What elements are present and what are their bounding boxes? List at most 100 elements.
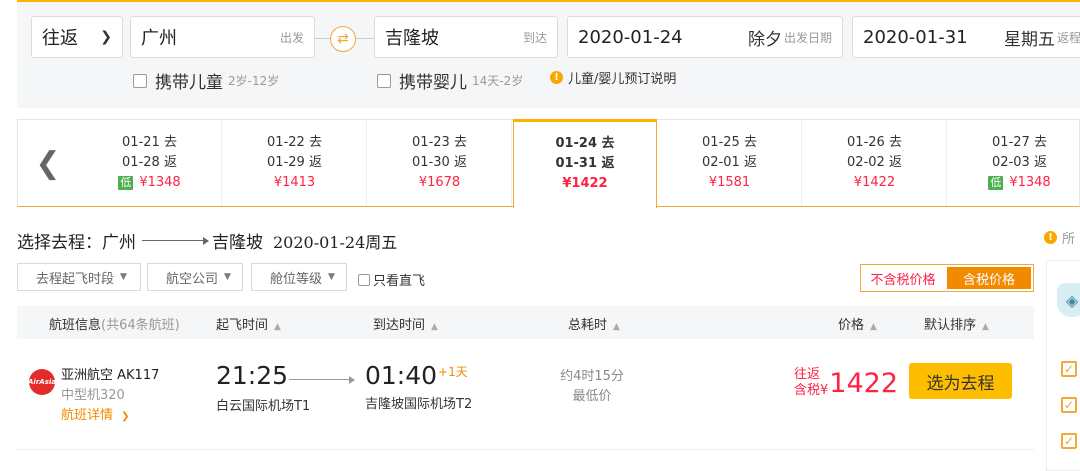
from-city-value: 广州 <box>141 28 177 49</box>
date-option-go: 01-24 去 <box>555 136 615 151</box>
infant-option[interactable]: 携带婴儿 14天-2岁 <box>377 68 523 93</box>
date-option[interactable]: 01-25 去 02-01 返 ¥1581 <box>658 120 802 206</box>
direct-only-option[interactable]: 只看直飞 <box>358 270 425 289</box>
sort-up-icon: ▲ <box>274 322 281 332</box>
airline-filter-label: 航空公司 <box>166 271 219 287</box>
low-price-badge: 低 <box>988 176 1004 190</box>
header-flight-info-label: 航班信息 <box>49 318 102 333</box>
depart-period-label: 去程起飞时段 <box>36 271 115 287</box>
arrow-icon <box>289 376 355 384</box>
header-depart-time[interactable]: 起飞时间 ▲ <box>216 314 281 333</box>
caret-down-icon: ▼ <box>224 272 231 282</box>
infant-age: 14天-2岁 <box>472 74 524 88</box>
from-hint: 出发 <box>279 30 304 45</box>
date-option[interactable]: 01-22 去 01-29 返 ¥1413 <box>223 120 367 206</box>
date-option-return: 02-03 返 <box>992 155 1047 170</box>
child-age: 2岁-12岁 <box>228 74 280 88</box>
cabin-filter[interactable]: 舱位等级 ▼ <box>251 263 347 291</box>
return-date-input[interactable]: 2020-01-31 星期五 返程 <box>852 16 1080 58</box>
airline-logo: AirAsia <box>28 369 56 395</box>
date-option-return: 01-29 返 <box>267 155 322 170</box>
divider <box>315 38 330 39</box>
date-option-return: 01-31 返 <box>555 156 615 171</box>
arrive-time: 01:40+1天 <box>365 361 468 390</box>
checkbox-checked-icon: ✓ <box>1061 397 1077 413</box>
date-option-go: 01-23 去 <box>412 135 467 150</box>
date-option-price: ¥1422 <box>853 175 896 190</box>
to-hint: 到达 <box>522 30 547 45</box>
direct-only-checkbox[interactable] <box>358 273 370 286</box>
to-city-value: 吉隆坡 <box>385 28 439 49</box>
child-checkbox[interactable] <box>133 73 147 88</box>
aircraft-type: 中型机320 <box>61 388 125 403</box>
header-price-label: 价格 <box>838 318 865 333</box>
caret-down-icon: ▼ <box>328 272 335 282</box>
price-label-tax: 含税¥ <box>794 383 828 399</box>
low-price-badge: 低 <box>118 176 134 190</box>
flight-price: 往返 含税¥ 1422 <box>794 367 898 399</box>
divider <box>356 38 374 39</box>
price-excl-tax-tab[interactable]: 不含税价格 <box>861 265 945 291</box>
outbound-title: 选择去程： 广州 吉隆坡 2020-01-24周五 <box>17 228 397 254</box>
return-day: 星期五 <box>1003 29 1055 50</box>
trip-type-value: 往返 <box>42 28 78 49</box>
infant-label: 携带婴儿 <box>399 73 467 93</box>
info-icon: ! <box>1044 231 1057 244</box>
date-option-price: ¥1422 <box>562 176 608 191</box>
checkbox-checked-icon: ✓ <box>1061 361 1077 377</box>
date-option-go: 01-21 去 <box>122 135 177 150</box>
direct-only-label: 只看直飞 <box>373 274 426 289</box>
price-incl-tax-tab[interactable]: 含税价格 <box>947 267 1031 289</box>
header-arrive-time-label: 到达时间 <box>373 318 426 333</box>
date-option-price-row: ¥1422 <box>803 173 946 193</box>
outbound-from: 广州 <box>102 233 136 253</box>
depart-period-filter[interactable]: 去程起飞时段 ▼ <box>17 263 141 291</box>
header-arrive-time[interactable]: 到达时间 ▲ <box>373 314 438 333</box>
arrive-airport: 吉隆坡国际机场T2 <box>365 397 473 412</box>
header-depart-time-label: 起飞时间 <box>216 318 269 333</box>
tax-price-toggle: 不含税价格 含税价格 <box>860 264 1034 292</box>
header-flight-count: (共64条航班) <box>101 318 180 333</box>
date-option[interactable]: 01-23 去 01-30 返 ¥1678 <box>368 120 512 206</box>
date-option-price-row: ¥1581 <box>658 173 801 193</box>
header-duration[interactable]: 总耗时 ▲ <box>568 314 620 333</box>
outbound-prefix: 选择去程： <box>17 233 102 253</box>
flight-detail-link[interactable]: 航班详情 ❯ <box>61 406 159 427</box>
price-label-roundtrip: 往返 <box>794 367 821 382</box>
trip-type-select[interactable]: 往返 ❯ <box>31 16 123 58</box>
sort-up-icon: ▲ <box>613 322 620 332</box>
booking-note-link[interactable]: ! 儿童/婴儿预订说明 <box>550 68 676 87</box>
date-option[interactable]: 01-26 去 02-02 返 ¥1422 <box>803 120 947 206</box>
date-option[interactable]: 01-21 去 01-28 返低 ¥1348 <box>78 120 222 206</box>
date-option[interactable]: 01-27 去 02-03 返低 ¥1348 <box>948 120 1080 206</box>
price-currency: ¥ <box>820 383 829 398</box>
header-duration-label: 总耗时 <box>568 318 608 333</box>
checkbox-checked-icon: ✓ <box>1061 433 1077 449</box>
date-option[interactable]: 01-24 去 01-31 返 ¥1422 <box>513 119 657 208</box>
table-header: 航班信息(共64条航班) 起飞时间 ▲ 到达时间 ▲ 总耗时 ▲ 价格 ▲ 默认排序 ▲ <box>17 306 1034 339</box>
price-labels: 往返 含税¥ <box>794 367 828 399</box>
infant-checkbox[interactable] <box>377 73 391 88</box>
date-option-price: ¥1413 <box>273 175 316 190</box>
header-price[interactable]: 价格 ▲ <box>838 314 877 333</box>
date-option-return: 01-30 返 <box>412 155 467 170</box>
next-day-badge: +1天 <box>438 365 468 379</box>
chevron-left-icon[interactable]: ❮ <box>18 120 78 206</box>
info-icon: ! <box>550 71 563 84</box>
to-city-input[interactable]: 吉隆坡 到达 <box>374 16 558 58</box>
depart-date-input[interactable]: 2020-01-24 除夕 出发日期 <box>567 16 843 58</box>
depart-date-value: 2020-01-24 <box>578 26 683 48</box>
child-option[interactable]: 携带儿童 2岁-12岁 <box>133 68 279 93</box>
date-option-return: 02-01 返 <box>702 155 757 170</box>
header-sort[interactable]: 默认排序 ▲ <box>924 314 989 333</box>
flight-duration: 约4时15分 最低价 <box>537 367 647 407</box>
swap-icon[interactable]: ⇄ <box>330 26 356 52</box>
outbound-to: 吉隆坡 <box>212 233 263 253</box>
from-city-input[interactable]: 广州 出发 <box>130 16 315 58</box>
date-option-go: 01-25 去 <box>702 135 757 150</box>
date-option-price-row: 低 ¥1348 <box>948 173 1080 193</box>
date-option-price: ¥1581 <box>708 175 751 190</box>
airline-filter[interactable]: 航空公司 ▼ <box>147 263 243 291</box>
airline-info: 亚洲航空 AK117 中型机320 航班详情 ❯ <box>61 366 159 427</box>
select-outbound-button[interactable]: 选为去程 <box>909 363 1012 399</box>
